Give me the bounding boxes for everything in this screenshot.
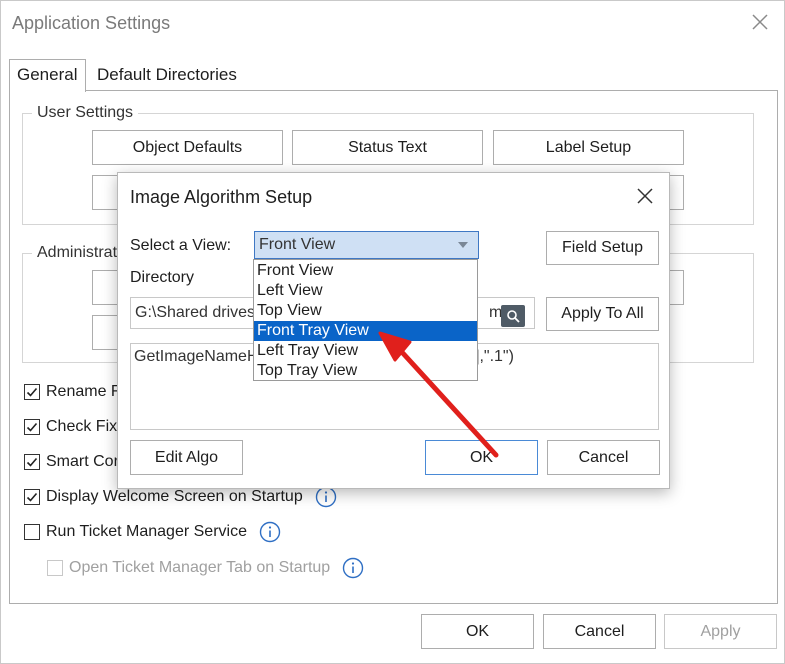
view-select-value: Front View — [259, 236, 336, 253]
field-setup-button[interactable]: Field Setup — [546, 231, 659, 265]
algorithm-text-tail: ],".1") — [475, 348, 514, 365]
tab-general[interactable]: General — [9, 59, 86, 92]
close-icon[interactable] — [750, 12, 770, 32]
object-defaults-button[interactable]: Object Defaults — [92, 130, 283, 165]
checkbox-disabled-icon — [47, 560, 63, 576]
checkbox-checked-icon[interactable] — [24, 454, 40, 470]
info-icon[interactable] — [342, 557, 364, 579]
checkbox-checked-icon[interactable] — [24, 419, 40, 435]
checkbox-checked-icon[interactable] — [24, 384, 40, 400]
checkbox-checked-icon[interactable] — [24, 489, 40, 505]
dropdown-option-front-tray-view[interactable]: Front Tray View — [254, 321, 477, 341]
cancel-button[interactable]: Cancel — [543, 614, 656, 649]
run-ticket-manager-checkbox-row[interactable]: Run Ticket Manager Service — [24, 521, 281, 543]
dropdown-option-left-tray-view[interactable]: Left Tray View — [254, 341, 477, 361]
open-ticket-manager-tab-checkbox-row: Open Ticket Manager Tab on Startup — [47, 557, 364, 579]
info-icon[interactable] — [315, 486, 337, 508]
label-setup-label: Label Setup — [545, 138, 632, 156]
checkbox-unchecked-icon[interactable] — [24, 524, 40, 540]
algorithm-text: GetImageNameH — [134, 348, 259, 365]
ok-button[interactable]: OK — [421, 614, 534, 649]
dropdown-option-left-view[interactable]: Left View — [254, 281, 477, 301]
checkbox-label: Run Ticket Manager Service — [46, 523, 247, 540]
checkbox-label: Open Ticket Manager Tab on Startup — [69, 559, 331, 576]
dropdown-option-front-view[interactable]: Front View — [254, 261, 477, 281]
checkbox-label: Smart Cor — [46, 453, 119, 470]
close-icon[interactable] — [635, 186, 655, 206]
directory-value: G:\Shared drives\ — [135, 304, 260, 321]
display-welcome-checkbox-row[interactable]: Display Welcome Screen on Startup — [24, 486, 337, 508]
status-text-button[interactable]: Status Text — [292, 130, 483, 165]
tab-default-directories[interactable]: Default Directories — [89, 59, 249, 90]
edit-algo-button[interactable]: Edit Algo — [130, 440, 243, 475]
checkbox-label: Display Welcome Screen on Startup — [46, 488, 303, 505]
chevron-down-icon[interactable] — [448, 232, 478, 258]
dropdown-option-top-view[interactable]: Top View — [254, 301, 477, 321]
label-setup-button[interactable]: Label Setup — [493, 130, 684, 165]
rename-checkbox-row[interactable]: Rename F — [24, 383, 121, 401]
directory-label: Directory — [130, 269, 195, 286]
dropdown-option-top-tray-view[interactable]: Top Tray View — [254, 361, 477, 381]
info-icon[interactable] — [259, 521, 281, 543]
smart-checkbox-row[interactable]: Smart Cor — [24, 453, 119, 471]
apply-button: Apply — [664, 614, 777, 649]
administration-legend: Administrat — [32, 244, 123, 262]
checkbox-label: Rename F — [46, 383, 121, 400]
user-settings-legend: User Settings — [32, 104, 139, 122]
dialog-title: Image Algorithm Setup — [130, 187, 313, 207]
view-select[interactable]: Front View — [254, 231, 479, 259]
checkbox-label: Check Fixt — [46, 418, 122, 435]
window-title: Application Settings — [12, 13, 171, 33]
dialog-ok-button[interactable]: OK — [425, 440, 538, 475]
view-dropdown-list: Front View Left View Top View Front Tray… — [253, 259, 478, 381]
check-fixture-checkbox-row[interactable]: Check Fixt — [24, 418, 122, 436]
select-view-label: Select a View: — [130, 237, 232, 254]
dialog-cancel-button[interactable]: Cancel — [547, 440, 660, 475]
apply-to-all-button[interactable]: Apply To All — [546, 297, 659, 331]
search-icon[interactable] — [501, 305, 525, 327]
